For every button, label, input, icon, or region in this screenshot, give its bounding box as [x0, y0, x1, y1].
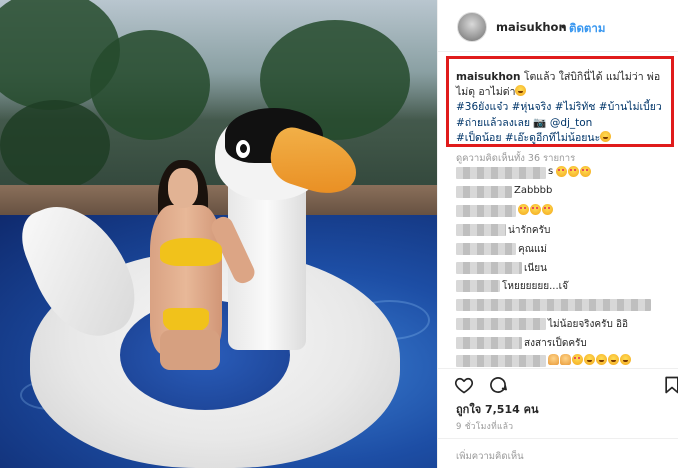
photo-palm-tree [90, 30, 210, 140]
swan-float-pupil [240, 144, 247, 153]
header-separator: • [560, 20, 567, 34]
laugh-emoji [620, 354, 631, 365]
comment-row: ไม่น้อยจริงครับ อิอิ [456, 317, 671, 331]
comment-emoji-group [548, 354, 632, 367]
avatar[interactable] [457, 12, 487, 42]
comment-username-blurred[interactable] [456, 243, 516, 255]
caption-hashtags[interactable]: #เป็ดน้อย #เอ๊ะดูอีกทีไม่น้อยนะ [456, 132, 600, 144]
comment-row [456, 204, 671, 218]
heart-emoji [518, 204, 529, 215]
speech-bubble-icon[interactable] [488, 375, 508, 395]
comment-username-blurred[interactable] [456, 280, 500, 292]
add-comment-bar [438, 438, 678, 468]
comment-text: โหยยยยยย...เจ๊ [502, 281, 568, 292]
caption-hashtags[interactable]: #36ยังแจ๋ว #หุ่นจริง #ไม่ริทัช #บ้านไม่เ… [456, 101, 662, 113]
comment-username-blurred[interactable] [456, 337, 522, 349]
heart-emoji [530, 204, 541, 215]
heart-outline-icon[interactable] [454, 375, 474, 395]
comment-username-blurred[interactable] [456, 262, 522, 274]
comment-text: s [548, 166, 554, 177]
likes-count[interactable]: ถูกใจ 7,514 คน [456, 400, 538, 418]
add-comment-input[interactable] [456, 448, 666, 464]
comment-username-blurred[interactable] [456, 167, 546, 179]
person-legs [160, 330, 220, 370]
heart-emoji [568, 166, 580, 177]
bikini-top [160, 238, 222, 266]
grinning-sweat-emoji [515, 85, 527, 97]
comment-username-blurred[interactable] [456, 205, 516, 217]
post-caption: maisukhon โตแล้ว ใส่บิกินี่ได้ แม่ไม่ว่า… [456, 70, 668, 146]
comment-username-blurred[interactable] [456, 355, 546, 367]
comment-row: Zabbbb [456, 185, 671, 199]
laugh-emoji [596, 354, 607, 365]
comment-row: โหยยยยยย...เจ๊ [456, 279, 671, 293]
post-username[interactable]: maisukhon [496, 20, 567, 34]
view-all-comments-link[interactable]: ดูความคิดเห็นทั้ง 36 รายการ [456, 151, 575, 166]
comment-emoji-group [518, 204, 554, 217]
person-face [168, 168, 198, 208]
heart-emoji [572, 354, 583, 365]
heart-emoji [556, 166, 568, 177]
caption-mention[interactable]: @dj_ton [550, 117, 593, 129]
comment-text: ไม่น้อยจริงครับ อิอิ [548, 319, 629, 330]
comment-username-blurred[interactable] [456, 299, 651, 311]
comment-row [456, 354, 671, 368]
post-timestamp: 9 ชั่วโมงที่แล้ว [456, 422, 514, 432]
laugh-emoji [608, 354, 619, 365]
comment-row [456, 298, 671, 312]
heart-emoji [580, 166, 592, 177]
follow-button[interactable]: ติดตาม [569, 20, 605, 38]
comment-username-blurred[interactable] [456, 224, 506, 236]
comment-row: สงสารเป็ดครับ [456, 336, 671, 350]
comment-row: s [456, 166, 671, 180]
caption-hashtags[interactable]: #ถ่ายแล้วลงเลย [456, 117, 530, 129]
post-photo[interactable] [0, 0, 437, 468]
comment-username-blurred[interactable] [456, 186, 512, 198]
comment-text: เนียน [524, 263, 547, 274]
tongue-emoji [600, 130, 612, 142]
comment-row: เนียน [456, 261, 671, 275]
caption-username[interactable]: maisukhon [456, 71, 521, 83]
post-actions-bar [438, 368, 678, 398]
comment-row: น่ารักครับ [456, 223, 671, 237]
comment-text: สงสารเป็ดครับ [524, 338, 587, 349]
camera-emoji: 📷 [533, 116, 547, 129]
post-header: maisukhon • ติดตาม [438, 0, 678, 52]
comment-text: น่ารักครับ [508, 225, 551, 236]
comment-emoji-group [556, 166, 592, 179]
bookmark-icon[interactable] [662, 375, 678, 395]
photo-bushes [0, 100, 110, 190]
pray-emoji [560, 354, 571, 365]
comment-username-blurred[interactable] [456, 318, 546, 330]
comment-text: คุณแม่ [518, 244, 548, 255]
comment-row: คุณแม่ [456, 242, 671, 256]
comment-text: Zabbbb [514, 185, 553, 196]
pray-emoji [548, 354, 559, 365]
laugh-emoji [584, 354, 595, 365]
heart-emoji [542, 204, 553, 215]
post-side-panel: maisukhon • ติดตาม maisukhon โตแล้ว ใส่บ… [437, 0, 678, 468]
